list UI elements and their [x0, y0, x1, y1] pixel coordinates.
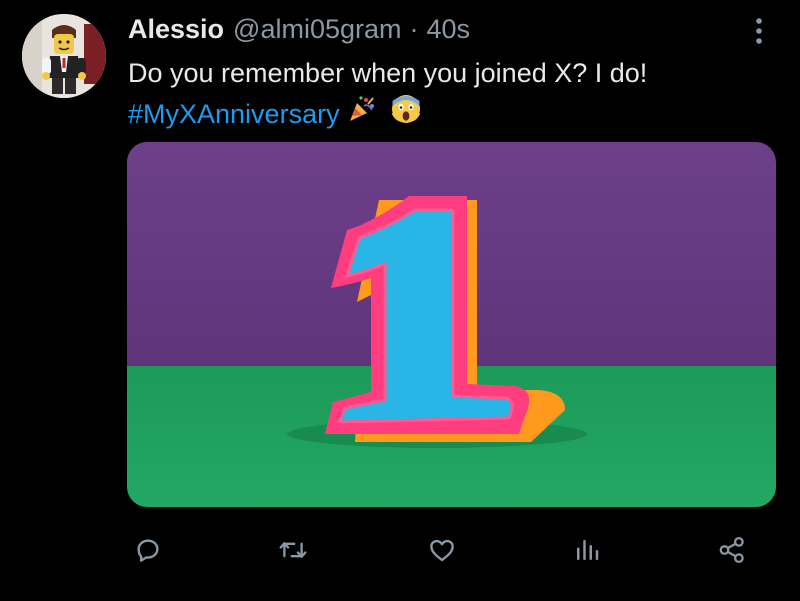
avatar[interactable] [22, 14, 106, 98]
reply-button[interactable] [128, 530, 168, 570]
share-icon [719, 537, 744, 563]
tweet-text-line-2: #MyXAnniversary [128, 93, 758, 136]
heart-icon [430, 539, 454, 562]
more-options-button[interactable] [742, 14, 776, 48]
like-button[interactable] [422, 530, 462, 570]
tweet-media-image[interactable] [127, 142, 776, 507]
repost-icon [279, 542, 307, 558]
number-one-anniversary-image-icon [127, 142, 776, 507]
tweet-header: Alessio @almi05gram · 40s [128, 12, 470, 46]
party-popper-emoji-icon [346, 94, 376, 135]
share-button[interactable] [712, 530, 752, 570]
views-button[interactable] [567, 530, 607, 570]
tweet-action-bar [0, 525, 800, 575]
author-name[interactable]: Alessio [128, 14, 224, 45]
reply-icon [137, 539, 159, 562]
tweet-text: Do you remember when you joined X? I do!… [128, 54, 758, 136]
lego-minifigure-avatar-icon [22, 14, 106, 98]
author-handle[interactable]: @almi05gram [233, 14, 401, 45]
timestamp[interactable]: 40s [427, 14, 471, 45]
separator-dot: · [409, 13, 419, 44]
views-icon [577, 540, 599, 560]
repost-button[interactable] [273, 530, 313, 570]
hashtag-link[interactable]: #MyXAnniversary [128, 95, 340, 134]
tweet-text-line-1: Do you remember when you joined X? I do! [128, 58, 648, 88]
screaming-face-emoji-icon [390, 93, 422, 136]
more-vertical-icon [756, 18, 762, 44]
